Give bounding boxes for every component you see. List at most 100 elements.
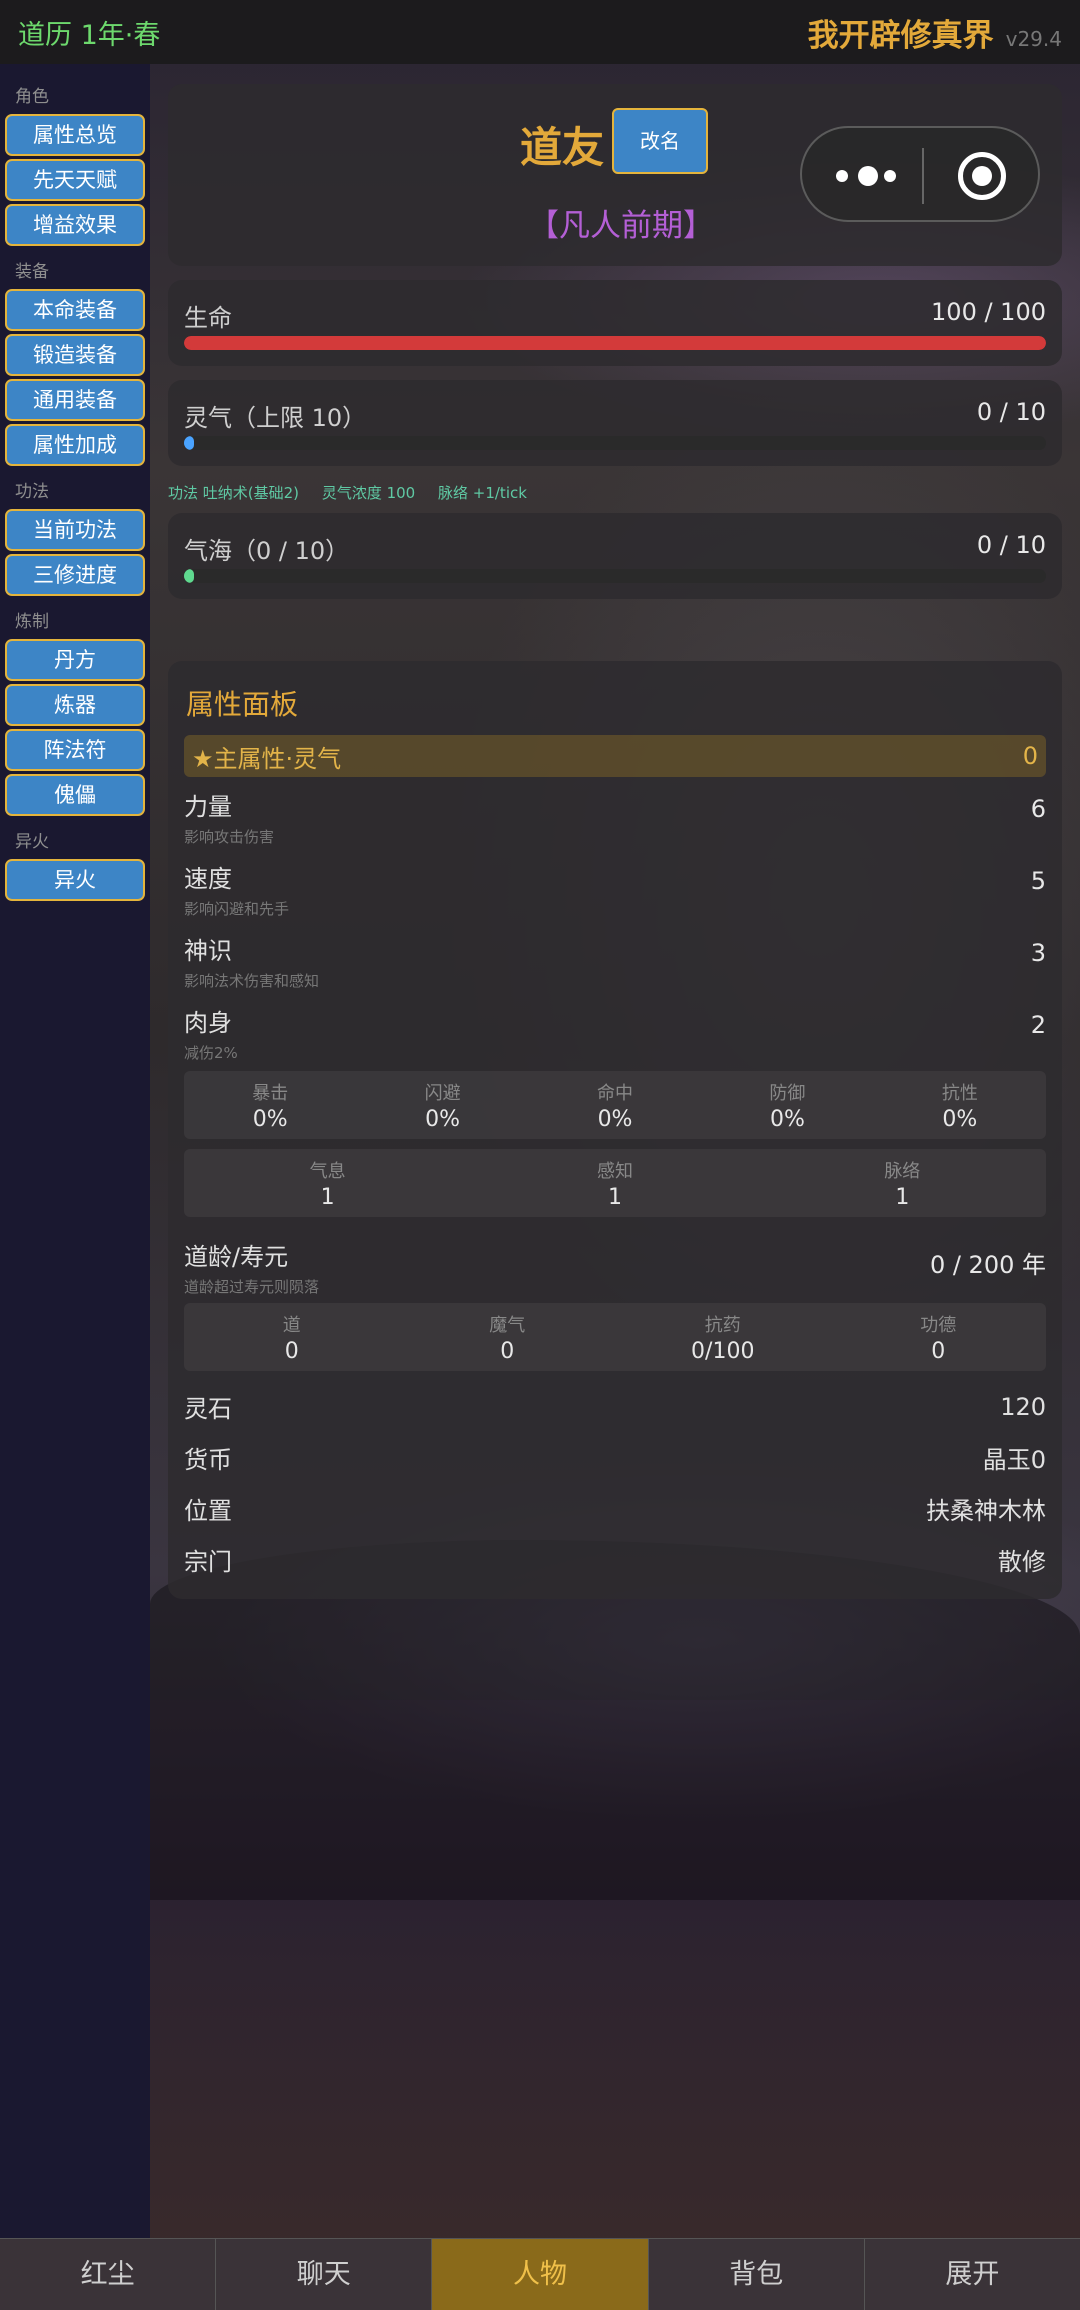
stat-aura: 气息 1: [184, 1157, 471, 1210]
sidebar-item-general-equipment[interactable]: 通用装备: [5, 379, 145, 421]
stat-drug-resistance: 抗药 0/100: [615, 1311, 831, 1364]
main-attribute-value: 0: [1022, 742, 1038, 770]
stat-value: 1: [607, 1184, 622, 1210]
qi-sea-bar-card: 气海（0 / 10） 0 / 10: [168, 513, 1062, 599]
sidebar-section-equipment: 装备: [15, 262, 49, 282]
sidebar-item-current-technique[interactable]: 当前功法: [5, 509, 145, 551]
sidebar-item-forged-equipment[interactable]: 锻造装备: [5, 334, 145, 376]
info-label: 宗门: [184, 1548, 232, 1576]
stat-merit: 功德 0: [831, 1311, 1047, 1364]
qi-fill: [184, 436, 194, 450]
stat-value: 0: [284, 1338, 299, 1364]
rename-button[interactable]: 改名: [612, 108, 708, 174]
tab-inventory[interactable]: 背包: [648, 2239, 865, 2310]
lifespan-value: 0 / 200 年: [929, 1251, 1046, 1279]
hp-label: 生命: [184, 304, 232, 332]
close-miniprogram-icon[interactable]: [958, 152, 1006, 200]
attribute-panel-title: 属性面板: [186, 688, 299, 721]
attribute-value: 6: [1030, 795, 1046, 823]
attribute-desc: 影响闪避和先手: [184, 900, 290, 918]
attribute-name: 肉身: [184, 1009, 232, 1037]
attribute-desc: 减伤2%: [184, 1044, 238, 1062]
tab-expand[interactable]: 展开: [864, 2239, 1080, 2310]
attribute-value: 5: [1030, 867, 1046, 895]
stat-dao: 道 0: [184, 1311, 400, 1364]
sidebar-item-artifact-refining[interactable]: 炼器: [5, 684, 145, 726]
info-row-spirit-stones: 灵石 120: [184, 1381, 1046, 1432]
stat-label: 暴击: [252, 1082, 289, 1104]
hp-fill: [184, 336, 1046, 350]
attribute-value: 3: [1030, 939, 1046, 967]
stat-label: 闪避: [424, 1082, 461, 1104]
qi-sea-fill: [184, 569, 194, 583]
attribute-row-body: 肉身 减伤2% 2: [184, 993, 1046, 1065]
character-name: 道友: [520, 123, 605, 172]
sidebar-section-character: 角色: [15, 87, 49, 107]
stat-value: 0%: [942, 1106, 978, 1132]
sidebar-item-strange-fire[interactable]: 异火: [5, 859, 145, 901]
stat-perception: 感知 1: [471, 1157, 758, 1210]
sidebar-item-formation-talisman[interactable]: 阵法符: [5, 729, 145, 771]
stat-value: 0: [931, 1338, 946, 1364]
stat-resistance: 抗性 0%: [874, 1079, 1046, 1132]
sidebar-item-attribute-bonus[interactable]: 属性加成: [5, 424, 145, 466]
info-row-currency: 货币 晶玉0: [184, 1432, 1046, 1483]
stat-label: 道: [282, 1314, 301, 1336]
sidebar: 角色 属性总览 先天天赋 增益效果 装备 本命装备 锻造装备 通用装备 属性加成…: [0, 64, 150, 2238]
stat-value: 0%: [769, 1106, 805, 1132]
sidebar-item-natal-equipment[interactable]: 本命装备: [5, 289, 145, 331]
sidebar-item-recipes[interactable]: 丹方: [5, 639, 145, 681]
attribute-row-spirit-sense: 神识 影响法术伤害和感知 3: [184, 921, 1046, 993]
stat-label: 功德: [920, 1314, 957, 1336]
attribute-desc: 影响法术伤害和感知: [184, 972, 320, 990]
attribute-row-strength: 力量 影响攻击伤害 6: [184, 777, 1046, 849]
attribute-value: 2: [1030, 1011, 1046, 1039]
info-row-location: 位置 扶桑神木林: [184, 1483, 1046, 1534]
sidebar-item-innate-talent[interactable]: 先天天赋: [5, 159, 145, 201]
cultivation-density: 灵气浓度 100: [321, 484, 416, 502]
qi-label: 灵气（上限 10）: [184, 404, 367, 432]
stat-label: 防御: [769, 1082, 806, 1104]
attribute-name: 速度: [184, 865, 232, 893]
info-label: 货币: [184, 1446, 232, 1474]
info-value: 散修: [998, 1548, 1046, 1576]
stat-dodge: 闪避 0%: [356, 1079, 528, 1132]
sidebar-section-strange-fire: 异火: [15, 832, 49, 852]
lower-shadow: [150, 1700, 1080, 1900]
cultivation-meridian: 脉络 +1/tick: [438, 484, 527, 502]
tab-character[interactable]: 人物: [432, 2239, 649, 2310]
stat-hit: 命中 0%: [529, 1079, 701, 1132]
stat-value: 1: [895, 1184, 910, 1210]
calendar-date: 道历 1年·春: [18, 19, 161, 51]
info-value: 晶玉0: [982, 1446, 1046, 1474]
stat-label: 感知: [596, 1160, 633, 1182]
sidebar-section-technique: 功法: [15, 482, 49, 502]
sidebar-item-triple-progress[interactable]: 三修进度: [5, 554, 145, 596]
info-row-sect: 宗门 散修: [184, 1534, 1046, 1585]
tab-mortal-world[interactable]: 红尘: [0, 2239, 217, 2310]
qi-sea-value: 0 / 10: [976, 531, 1046, 559]
stat-value: 0: [500, 1338, 515, 1364]
sidebar-item-attribute-overview[interactable]: 属性总览: [5, 114, 145, 156]
sidebar-item-buffs[interactable]: 增益效果: [5, 204, 145, 246]
main-attribute-label: ★主属性·灵气: [192, 744, 342, 773]
hp-value: 100 / 100: [931, 298, 1046, 326]
info-value: 120: [1000, 1392, 1046, 1421]
qi-bar-card: 灵气（上限 10） 0 / 10: [168, 380, 1062, 466]
hp-track: [184, 336, 1046, 350]
sidebar-item-puppet[interactable]: 傀儡: [5, 774, 145, 816]
top-bar: 道历 1年·春 我开辟修真界 v29.4: [0, 0, 1080, 64]
info-value: 扶桑神木林: [926, 1497, 1046, 1525]
lifespan-name: 道龄/寿元: [184, 1243, 289, 1271]
stat-label: 气息: [309, 1160, 346, 1182]
cultivation-info: 功法 吐纳术(基础2) 灵气浓度 100 脉络 +1/tick: [168, 482, 1062, 503]
miniprogram-capsule: [800, 126, 1040, 222]
app-title: 我开辟修真界: [807, 17, 994, 54]
more-menu-icon[interactable]: [836, 166, 896, 186]
qi-value: 0 / 10: [976, 398, 1046, 426]
tab-chat[interactable]: 聊天: [216, 2239, 433, 2310]
stat-defense: 防御 0%: [701, 1079, 873, 1132]
stat-value: 0/100: [691, 1338, 755, 1364]
main-attribute-row: ★主属性·灵气 0: [184, 735, 1046, 777]
main-content: 道友 改名 【凡人前期】 生命 100 / 100 灵气（上限 10） 0 / …: [168, 84, 1062, 1599]
